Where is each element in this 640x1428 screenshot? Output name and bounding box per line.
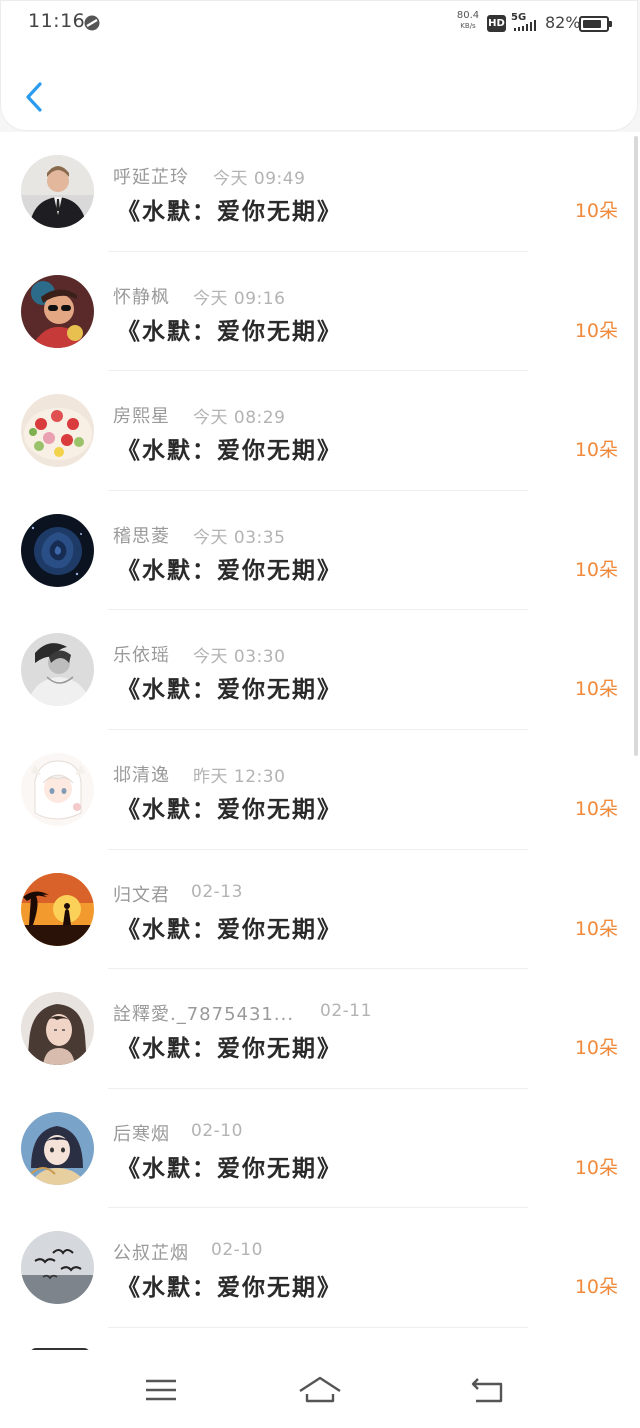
status-bar: 11:16 80.4 KB/s HD 5G 82% <box>0 0 640 46</box>
system-nav-bar <box>0 1350 640 1428</box>
timestamp: 昨天 12:30 <box>193 766 286 787</box>
book-title: 《水默：爱你无期》 <box>117 1155 342 1182</box>
menu-icon[interactable] <box>139 1370 183 1410</box>
app-notification-icon <box>84 15 100 31</box>
signal-icon: 5G <box>511 12 541 34</box>
timestamp: 02-10 <box>191 1120 243 1141</box>
birds-sky-avatar[interactable] <box>21 1231 94 1305</box>
woman-portrait-avatar[interactable] <box>21 992 94 1066</box>
home-icon[interactable] <box>298 1370 342 1410</box>
user-name[interactable]: 稽思菱 <box>113 522 170 548</box>
gift-record-list: 呼延芷玲 今天 09:49 《水默：爱你无期》 10朵 怀静枫 今天 09:16 《水默：爱… <box>0 132 640 1350</box>
divider <box>108 1326 528 1328</box>
user-name[interactable]: 呼延芷玲 <box>113 163 189 189</box>
gift-amount: 10朵 <box>574 678 618 701</box>
gift-amount: 10朵 <box>574 439 618 462</box>
timestamp: 今天 03:35 <box>193 527 286 548</box>
user-name[interactable]: 后寒烟 <box>113 1120 170 1146</box>
back-chevron-icon[interactable] <box>18 78 52 116</box>
timestamp: 今天 08:29 <box>193 408 286 429</box>
timestamp: 今天 03:30 <box>193 647 286 668</box>
list-item[interactable]: 归文君 02-13 《水默：爱你无期》 10朵 <box>0 850 640 970</box>
man-in-suit-avatar[interactable] <box>21 155 94 228</box>
book-title: 《水默：爱你无期》 <box>117 916 342 943</box>
list-item[interactable]: 稽思菱 今天 03:35 《水默：爱你无期》 10朵 <box>0 491 640 611</box>
user-name[interactable]: 乐依瑶 <box>113 641 170 667</box>
timestamp: 今天 09:49 <box>213 169 306 189</box>
gift-amount: 10朵 <box>574 917 618 940</box>
scrollbar[interactable] <box>634 136 638 756</box>
dark-rose-avatar[interactable] <box>21 513 94 587</box>
user-name[interactable]: 房熙星 <box>113 402 170 428</box>
book-title: 《水默：爱你无期》 <box>117 199 342 225</box>
book-title: 《水默：爱你无期》 <box>117 796 342 823</box>
hd-icon: HD <box>487 15 506 32</box>
timestamp: 02-10 <box>211 1240 263 1261</box>
gift-amount: 10朵 <box>574 200 618 222</box>
timestamp: 02-11 <box>320 1001 372 1022</box>
user-name[interactable]: 詮釋愛._7875431... <box>113 1000 294 1026</box>
book-title: 《水默：爱你无期》 <box>117 1036 342 1063</box>
anime-girl-avatar[interactable] <box>21 752 94 826</box>
battery-icon <box>579 16 612 32</box>
battery-fill <box>583 20 601 28</box>
user-name[interactable]: 怀静枫 <box>113 283 170 309</box>
list-item[interactable]: 詮釋愛._7875431... 02-11 《水默：爱你无期》 10朵 <box>0 969 640 1089</box>
status-time: 11:16 <box>28 10 86 32</box>
list-item[interactable]: 呼延芷玲 今天 09:49 《水默：爱你无期》 10朵 <box>0 132 640 252</box>
network-speed-unit: KB/s <box>460 22 476 30</box>
battery-nub <box>609 21 612 27</box>
list-item[interactable]: 邶清逸 昨天 12:30 《水默：爱你无期》 10朵 <box>0 730 640 850</box>
gift-amount: 10朵 <box>574 1156 618 1179</box>
timestamp: 今天 09:16 <box>193 288 286 309</box>
user-name[interactable]: 公叔芷烟 <box>113 1239 189 1265</box>
woman-sunglasses-avatar[interactable] <box>21 274 94 348</box>
sunset-silhouette-avatar[interactable] <box>21 872 94 946</box>
back-return-icon[interactable] <box>466 1370 510 1410</box>
gift-amount: 10朵 <box>574 797 618 820</box>
user-name[interactable]: 邶清逸 <box>113 761 170 787</box>
list-item[interactable]: 房熙星 今天 08:29 《水默：爱你无期》 10朵 <box>0 371 640 491</box>
network-speed-rate: 80.4 <box>456 10 480 21</box>
list-item[interactable]: 怀静枫 今天 09:16 《水默：爱你无期》 10朵 <box>0 252 640 372</box>
book-title: 《水默：爱你无期》 <box>117 438 342 465</box>
flower-cake-avatar[interactable] <box>21 394 94 468</box>
network-speed: 80.4 KB/s <box>453 11 483 30</box>
gift-amount: 10朵 <box>574 319 618 342</box>
bw-woman-avatar[interactable] <box>21 633 94 707</box>
gift-amount: 10朵 <box>574 1276 618 1299</box>
gift-amount: 10朵 <box>574 1037 618 1060</box>
user-name[interactable]: 归文君 <box>113 881 170 907</box>
book-title: 《水默：爱你无期》 <box>117 677 342 704</box>
book-title: 《水默：爱你无期》 <box>117 1275 342 1302</box>
list-item[interactable]: 后寒烟 02-10 《水默：爱你无期》 10朵 <box>0 1089 640 1209</box>
battery-percent: 82% <box>545 13 581 32</box>
list-item[interactable]: 公叔芷烟 02-10 《水默：爱你无期》 10朵 <box>0 1208 640 1328</box>
list-item[interactable]: 乐依瑶 今天 03:30 《水默：爱你无期》 10朵 <box>0 610 640 730</box>
book-title: 《水默：爱你无期》 <box>117 557 342 584</box>
girl-blue-avatar[interactable] <box>21 1111 94 1185</box>
timestamp: 02-13 <box>191 881 243 902</box>
gift-amount: 10朵 <box>574 558 618 581</box>
book-title: 《水默：爱你无期》 <box>117 318 342 345</box>
